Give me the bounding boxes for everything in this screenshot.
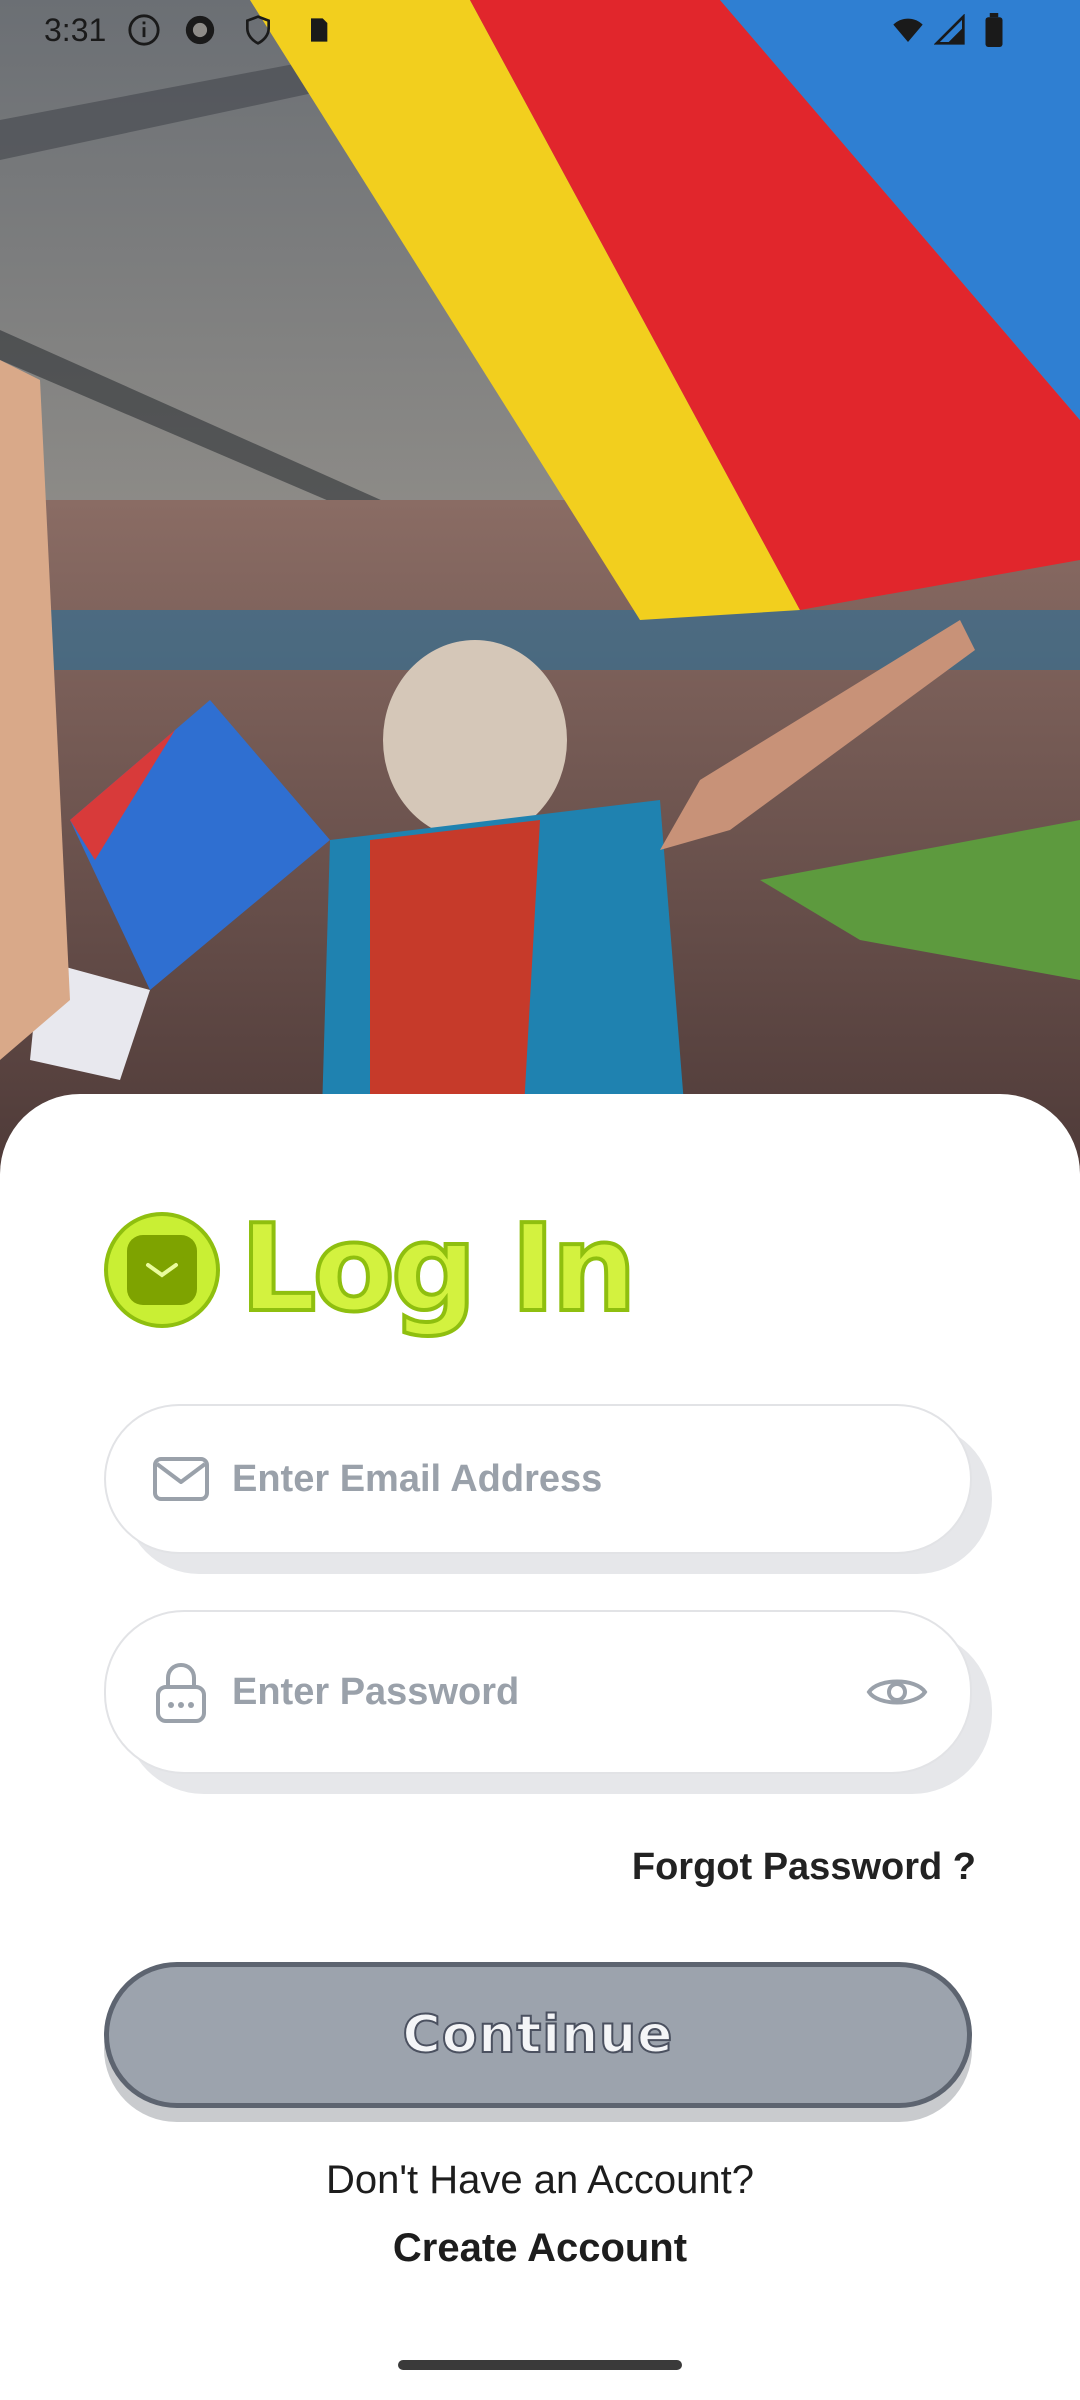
signal-icon xyxy=(930,10,970,50)
create-account-link[interactable]: Create Account xyxy=(0,2226,1080,2271)
hero-image xyxy=(0,0,1080,1180)
continue-label: Continue xyxy=(402,2004,674,2066)
page-title: Log In xyxy=(238,1200,639,1339)
lock-icon xyxy=(148,1659,214,1725)
sd-card-icon xyxy=(298,10,338,50)
mail-outline-icon xyxy=(148,1446,214,1512)
password-placeholder: Enter Password xyxy=(232,1670,520,1713)
battery-icon xyxy=(974,10,1014,50)
mail-icon xyxy=(104,1212,220,1328)
stadium-illustration xyxy=(0,0,1080,1180)
sync-icon xyxy=(180,10,220,50)
forgot-password-link[interactable]: Forgot Password ? xyxy=(632,1846,976,1889)
info-icon xyxy=(124,10,164,50)
shield-icon xyxy=(238,10,278,50)
no-account-text: Don't Have an Account? xyxy=(326,2158,754,2202)
email-field[interactable]: Enter Email Address xyxy=(104,1404,972,1554)
password-field[interactable]: Enter Password xyxy=(104,1610,972,1774)
login-header: Log In xyxy=(104,1200,639,1340)
status-time: 3:31 xyxy=(44,12,107,48)
status-bar: 3:31 xyxy=(0,0,1080,64)
continue-button[interactable]: Continue xyxy=(104,1962,972,2108)
wifi-icon xyxy=(888,10,928,50)
eye-icon[interactable] xyxy=(864,1659,930,1725)
email-placeholder: Enter Email Address xyxy=(232,1457,603,1500)
home-indicator[interactable] xyxy=(398,2360,682,2370)
